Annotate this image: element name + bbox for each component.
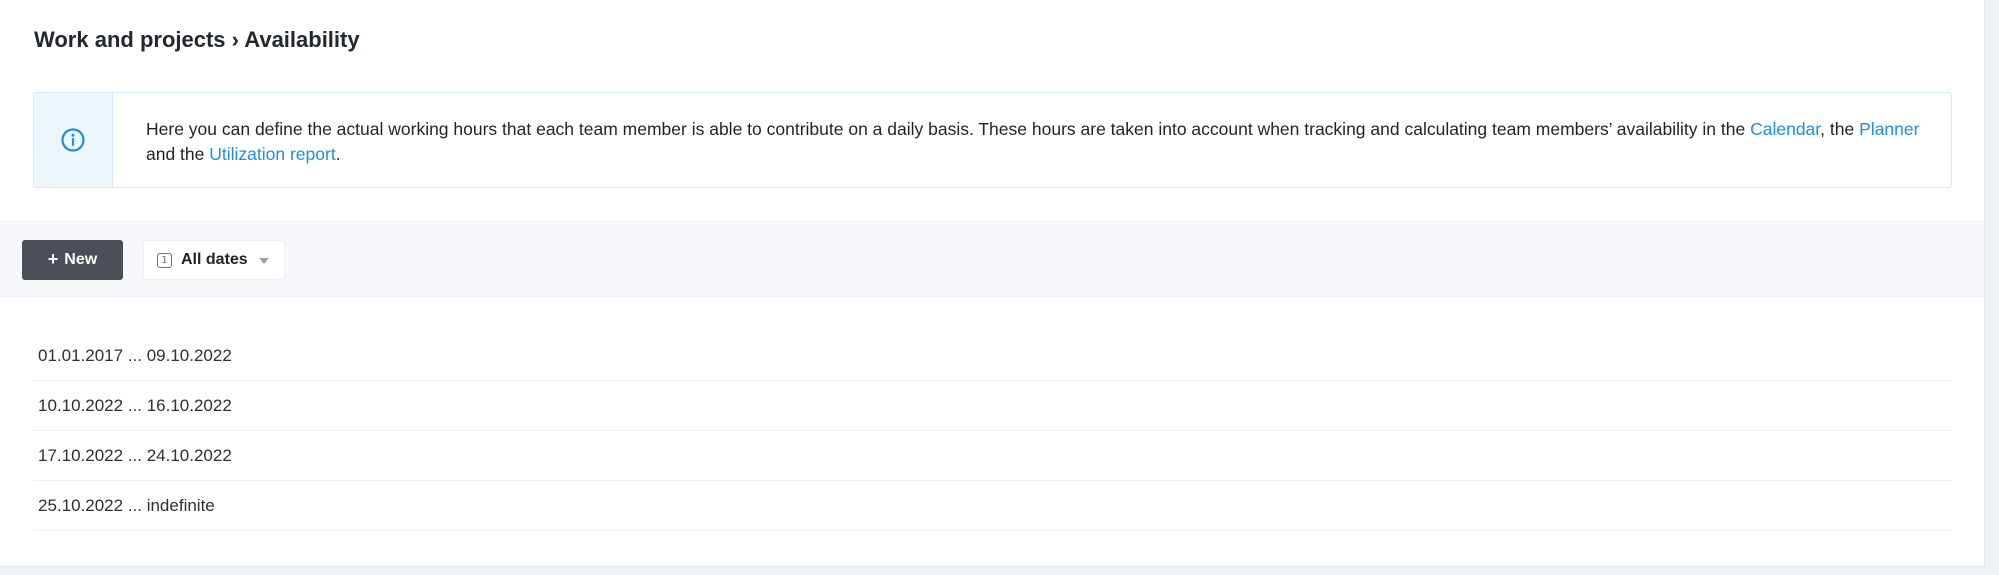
period-range: 17.10.2022 ... 24.10.2022 <box>38 445 232 465</box>
new-button-label: New <box>64 251 98 268</box>
info-separator-1: , the <box>1820 119 1860 139</box>
new-button[interactable]: + New <box>22 240 123 280</box>
chevron-down-icon <box>258 258 269 264</box>
info-icon-column <box>34 93 113 187</box>
calendar-link[interactable]: Calendar <box>1750 119 1820 139</box>
info-icon <box>61 128 85 152</box>
list-item[interactable]: 25.10.2022 ... indefinite <box>33 481 1952 531</box>
plus-icon: + <box>47 249 59 269</box>
period-range: 01.01.2017 ... 09.10.2022 <box>38 345 232 365</box>
info-separator-2: and the <box>146 143 210 164</box>
period-range: 10.10.2022 ... 16.10.2022 <box>38 395 232 415</box>
info-banner: Here you can define the actual working h… <box>33 92 1952 188</box>
toolbar: + New 1 All dates <box>0 221 1984 297</box>
info-text: Here you can define the actual working h… <box>146 117 1936 166</box>
calendar-icon: 1 <box>157 252 172 268</box>
info-text-main: Here you can define the actual working h… <box>146 119 1751 139</box>
list-item[interactable]: 17.10.2022 ... 24.10.2022 <box>33 431 1952 481</box>
info-text-end: . <box>335 143 341 164</box>
planner-link[interactable]: Planner <box>1859 119 1919 139</box>
availability-period-list: 01.01.2017 ... 09.10.2022 10.10.2022 ...… <box>33 331 1952 531</box>
availability-panel: Work and projects › Availability Here yo… <box>0 0 1985 567</box>
utilization-report-link[interactable]: Utilization report <box>209 144 335 164</box>
date-filter-dropdown[interactable]: 1 All dates <box>143 240 285 280</box>
period-range: 25.10.2022 ... indefinite <box>38 495 215 515</box>
list-item[interactable]: 01.01.2017 ... 09.10.2022 <box>33 331 1952 381</box>
date-filter-label: All dates <box>181 251 248 268</box>
list-item[interactable]: 10.10.2022 ... 16.10.2022 <box>33 381 1952 431</box>
breadcrumb: Work and projects › Availability <box>34 27 360 52</box>
